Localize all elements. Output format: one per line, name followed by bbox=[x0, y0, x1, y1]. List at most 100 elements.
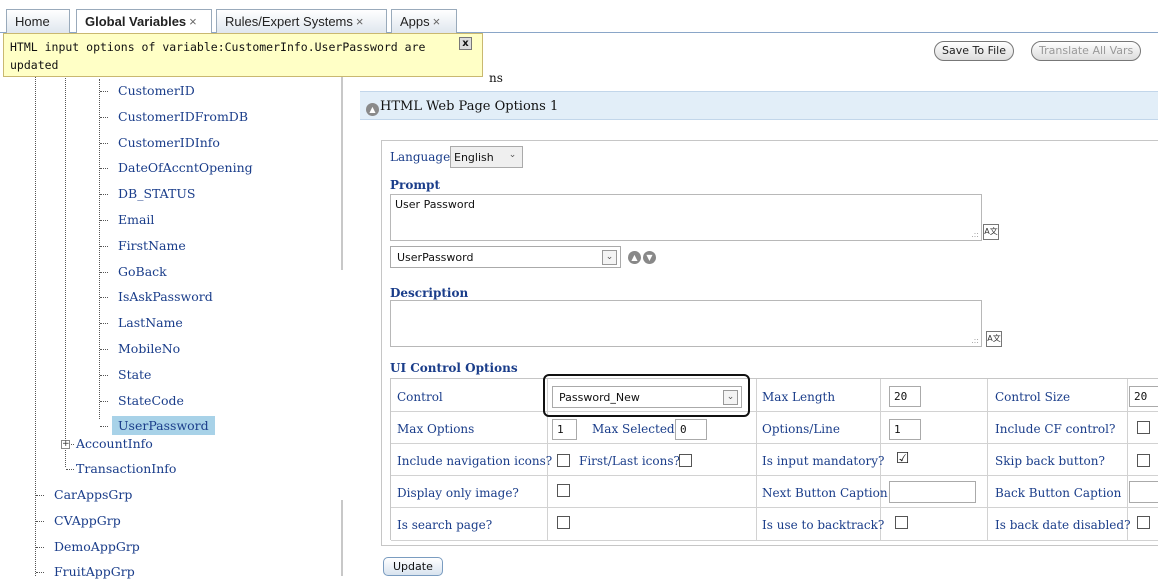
language-label: Language: bbox=[390, 150, 455, 164]
tree-connector bbox=[100, 323, 108, 325]
highlight-frame bbox=[543, 374, 750, 417]
language-select[interactable]: English ⌄ bbox=[450, 146, 523, 168]
tree-connector bbox=[100, 374, 108, 376]
update-notification: HTML input options of variable:CustomerI… bbox=[3, 33, 483, 77]
tree-item-firstname[interactable]: FirstName bbox=[118, 238, 186, 253]
description-textarea[interactable]: .:: bbox=[390, 300, 982, 347]
translate-all-vars-button[interactable]: Translate All Vars bbox=[1031, 41, 1142, 61]
control-size-input[interactable]: 20 bbox=[1129, 386, 1158, 407]
tree-item-accountinfo[interactable]: AccountInfo bbox=[76, 436, 153, 451]
close-icon[interactable]: x bbox=[459, 37, 472, 50]
tree-connector bbox=[100, 297, 108, 299]
tab-label: Rules/Expert Systems bbox=[225, 14, 353, 29]
collapse-icon[interactable]: ▲ bbox=[366, 103, 379, 116]
search-page-checkbox[interactable] bbox=[557, 516, 570, 529]
tree-item-carappsgrp[interactable]: CarAppsGrp bbox=[54, 487, 132, 502]
mandatory-label: Is input mandatory? bbox=[762, 454, 885, 468]
backtrack-checkbox[interactable] bbox=[895, 516, 908, 529]
control-size-label: Control Size bbox=[995, 390, 1071, 404]
tree-connector bbox=[100, 142, 108, 144]
tree-item-goback[interactable]: GoBack bbox=[118, 264, 167, 279]
display-image-label: Display only image? bbox=[397, 486, 519, 500]
max-length-label: Max Length bbox=[762, 390, 836, 404]
resize-grip-icon[interactable]: .:: bbox=[971, 336, 979, 345]
tree-item-cvappgrp[interactable]: CVAppGrp bbox=[54, 513, 121, 528]
update-button[interactable]: Update bbox=[383, 557, 443, 576]
tree-item-lastname[interactable]: LastName bbox=[118, 315, 183, 330]
tree-item-userpassword[interactable]: UserPassword bbox=[112, 416, 215, 436]
chevron-down-icon: ⌄ bbox=[602, 250, 617, 265]
description-label: Description bbox=[390, 286, 469, 300]
resize-grip-icon[interactable]: .:: bbox=[971, 230, 979, 239]
close-icon[interactable]: × bbox=[356, 14, 364, 29]
tab-rules-expert-systems[interactable]: Rules/Expert Systems × bbox=[216, 9, 387, 33]
next-caption-label: Next Button Caption bbox=[762, 486, 888, 500]
reorder-arrows: ▲ ▼ bbox=[628, 249, 658, 264]
variant-value: UserPassword bbox=[397, 251, 474, 264]
translate-icon[interactable]: A文 bbox=[983, 224, 999, 240]
tree-item-dateofaccntopening[interactable]: DateOfAccntOpening bbox=[118, 160, 253, 175]
tree-item-db-status[interactable]: DB_STATUS bbox=[118, 186, 195, 201]
tree-item-transactioninfo[interactable]: TransactionInfo bbox=[76, 461, 176, 476]
max-selected-input[interactable]: 0 bbox=[675, 419, 707, 440]
tab-label: Apps bbox=[400, 14, 430, 29]
tab-label: Global Variables bbox=[85, 14, 187, 29]
move-down-icon[interactable]: ▼ bbox=[643, 251, 656, 264]
tree-connector bbox=[36, 521, 44, 522]
max-length-input[interactable]: 20 bbox=[889, 386, 921, 407]
section-header[interactable]: ▲ HTML Web Page Options 1 bbox=[360, 91, 1158, 120]
close-icon[interactable]: × bbox=[433, 14, 441, 29]
tree-item-email[interactable]: Email bbox=[118, 212, 154, 227]
mandatory-checkbox[interactable]: ☑ bbox=[895, 451, 910, 467]
tree-item-customeridfromdb[interactable]: CustomerIDFromDB bbox=[118, 109, 248, 124]
include-cf-checkbox[interactable] bbox=[1137, 421, 1150, 434]
skip-back-checkbox[interactable] bbox=[1137, 454, 1150, 467]
translate-icon[interactable]: A文 bbox=[986, 331, 1002, 347]
options-line-label: Options/Line bbox=[762, 422, 840, 436]
back-date-label: Is back date disabled? bbox=[995, 518, 1131, 532]
tree-item-isaskpassword[interactable]: IsAskPassword bbox=[118, 289, 213, 304]
display-image-checkbox[interactable] bbox=[557, 484, 570, 497]
tree-item-statecode[interactable]: StateCode bbox=[118, 393, 184, 408]
tree-item-mobileno[interactable]: MobileNo bbox=[118, 341, 180, 356]
nav-icons-checkbox[interactable] bbox=[557, 454, 570, 467]
tree-connector bbox=[100, 116, 108, 118]
prompt-variant-select[interactable]: UserPassword ⌄ bbox=[390, 246, 621, 268]
expand-icon[interactable]: + bbox=[61, 440, 70, 449]
close-icon[interactable]: × bbox=[189, 14, 197, 29]
tree-item-demoappgrp[interactable]: DemoAppGrp bbox=[54, 539, 140, 554]
tab-global-variables[interactable]: Global Variables × bbox=[76, 9, 212, 34]
tree-connector bbox=[100, 271, 108, 273]
tree-item-state[interactable]: State bbox=[118, 367, 151, 382]
tree-item-customeridinfo[interactable]: CustomerIDInfo bbox=[118, 135, 220, 150]
tree-connector bbox=[100, 349, 108, 350]
tree-connector bbox=[36, 572, 44, 573]
back-caption-input[interactable] bbox=[1129, 481, 1158, 503]
ui-control-options-label: UI Control Options bbox=[390, 361, 518, 375]
max-options-input[interactable]: 1 bbox=[552, 419, 577, 440]
tree-item-customerid[interactable]: CustomerID bbox=[118, 83, 195, 98]
search-page-label: Is search page? bbox=[397, 518, 493, 532]
prompt-label: Prompt bbox=[390, 178, 440, 192]
options-line-input[interactable]: 1 bbox=[889, 419, 921, 440]
language-value: English bbox=[454, 151, 494, 164]
tree-connector bbox=[100, 168, 108, 170]
tree-connector bbox=[36, 495, 44, 496]
tree-item-fruitappgrp[interactable]: FruitAppGrp bbox=[54, 564, 135, 579]
tree-connector bbox=[100, 400, 108, 402]
back-caption-label: Back Button Caption bbox=[995, 486, 1122, 500]
save-to-file-button[interactable]: Save To File bbox=[934, 41, 1014, 61]
backtrack-label: Is use to backtrack? bbox=[762, 518, 885, 532]
notification-text: HTML input options of variable:CustomerI… bbox=[10, 40, 426, 72]
first-last-checkbox[interactable] bbox=[679, 454, 692, 467]
back-date-checkbox[interactable] bbox=[1137, 516, 1150, 529]
first-last-label: First/Last icons? bbox=[579, 454, 680, 468]
prompt-textarea[interactable]: User Password .:: bbox=[390, 194, 982, 241]
splitter[interactable] bbox=[341, 500, 343, 576]
tab-apps[interactable]: Apps × bbox=[391, 9, 457, 33]
skip-back-label: Skip back button? bbox=[995, 454, 1105, 468]
next-caption-input[interactable] bbox=[889, 481, 976, 503]
tab-home[interactable]: Home bbox=[6, 9, 70, 33]
tree-connector bbox=[100, 91, 108, 92]
move-up-icon[interactable]: ▲ bbox=[628, 251, 641, 264]
